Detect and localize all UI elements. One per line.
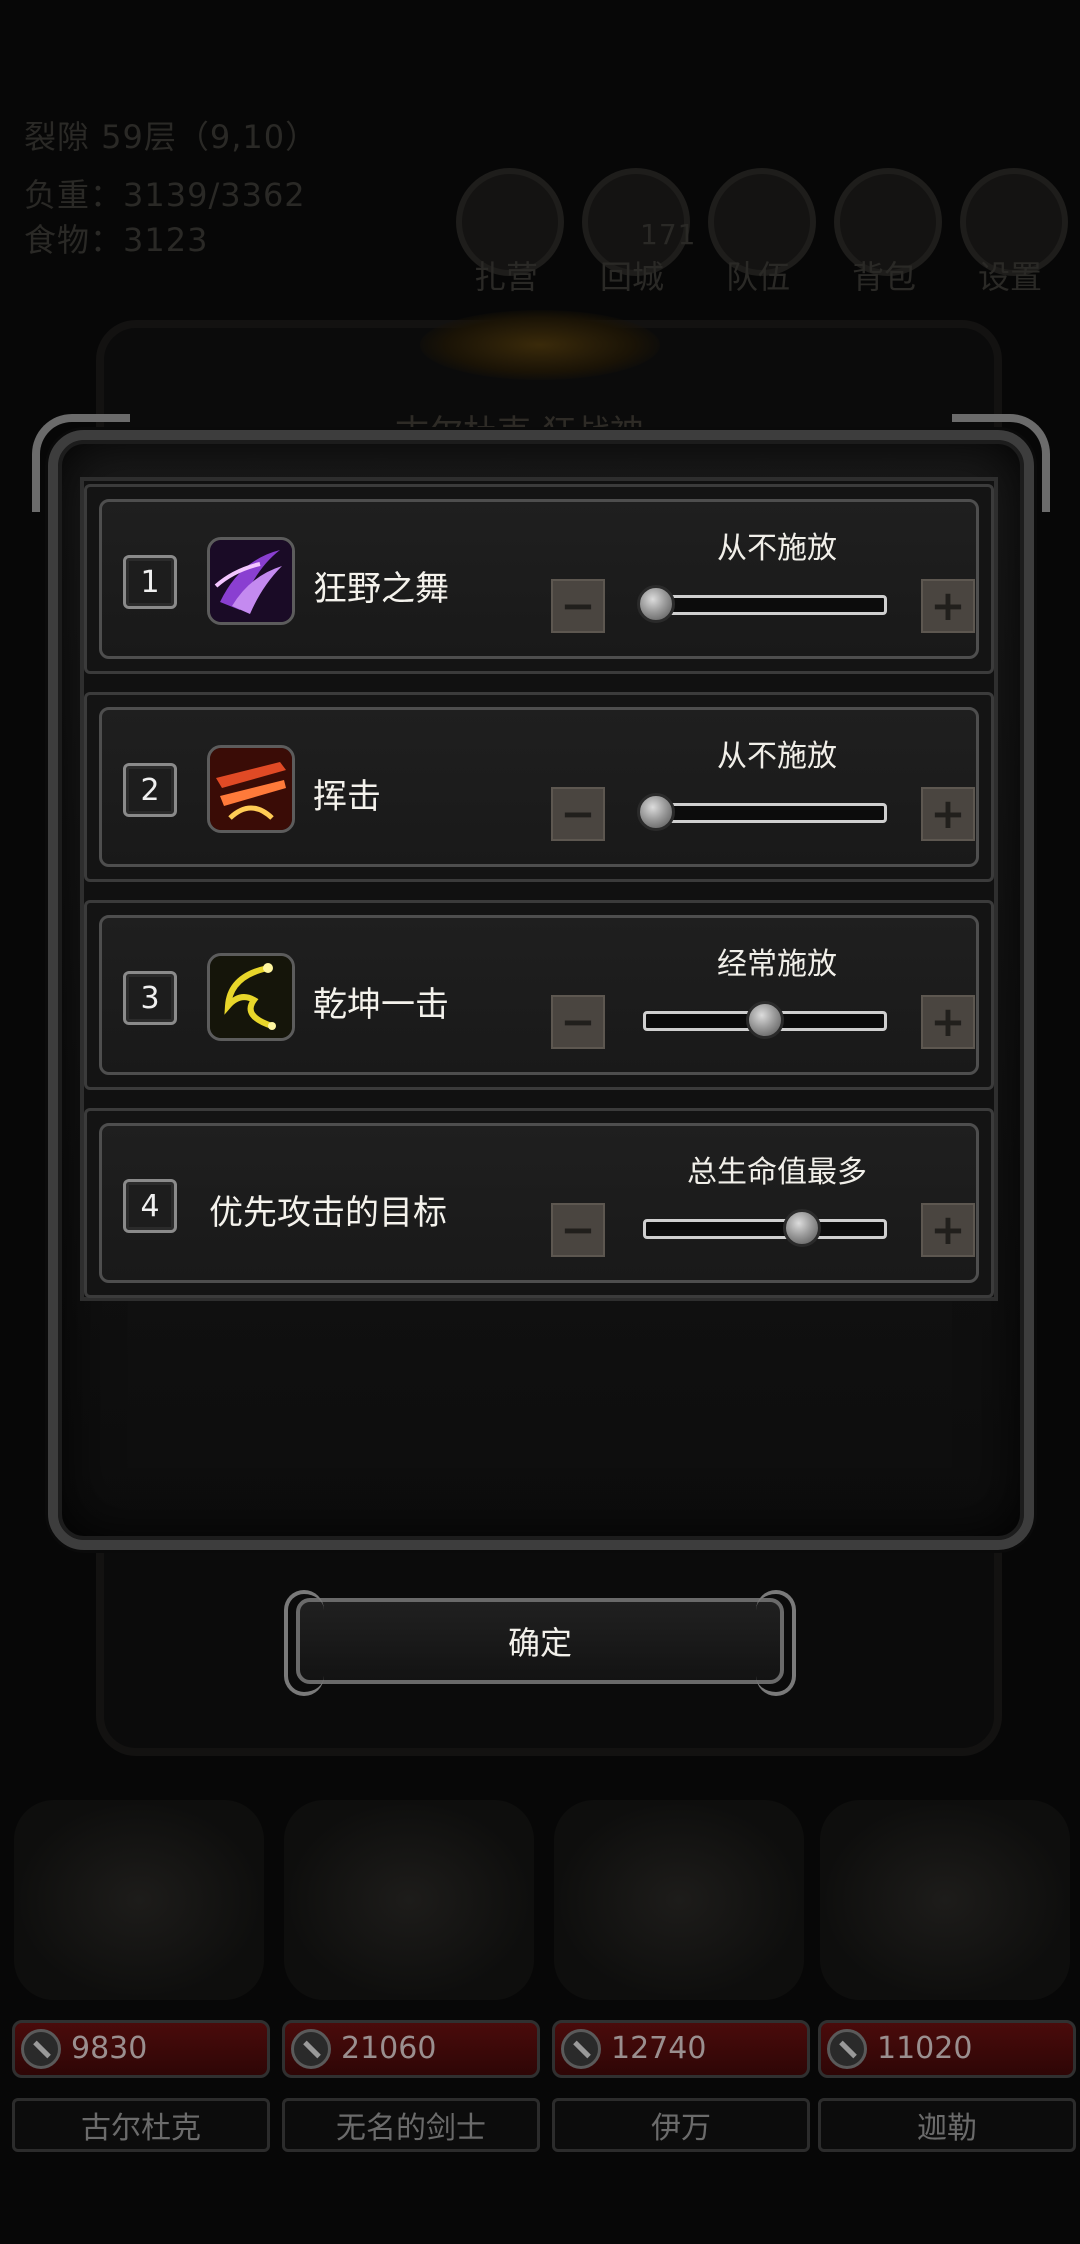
hp-bar: 12740 <box>552 2020 810 2078</box>
bg-count: 171 <box>640 218 697 251</box>
sword-icon <box>827 2029 867 2069</box>
skill-number-badge: 3 <box>123 971 177 1025</box>
skill-row-2: 2 挥击 从不施放 − + <box>84 692 994 882</box>
slider-knob[interactable] <box>637 585 675 623</box>
hero-card[interactable]: 21060 无名的剑士 <box>282 2020 540 2152</box>
hero-name: 迦勒 <box>818 2098 1076 2152</box>
cast-frequency-label: 经常施放 <box>717 947 837 982</box>
hero-name: 古尔杜克 <box>12 2098 270 2152</box>
emblem-icon <box>420 310 660 380</box>
skill-row-1: 1 狂野之舞 从不施放 − + <box>84 484 994 674</box>
cast-frequency-label: 从不施放 <box>717 531 837 566</box>
increase-button[interactable]: + <box>921 787 975 841</box>
hp-value: 9830 <box>71 2031 148 2066</box>
nav-settings: 设置 <box>977 258 1042 296</box>
slider-knob[interactable] <box>637 793 675 831</box>
cast-frequency-slider[interactable] <box>643 803 887 823</box>
skill-row-3: 3 乾坤一击 经常施放 − + <box>84 900 994 1090</box>
hp-bar: 9830 <box>12 2020 270 2078</box>
hero-portrait <box>820 1800 1070 2000</box>
target-priority-value: 总生命值最多 <box>687 1155 867 1190</box>
skill-name: 挥击 <box>313 777 381 817</box>
nav-team: 队伍 <box>725 258 790 296</box>
hero-portrait <box>284 1800 534 2000</box>
hero-card[interactable]: 9830 古尔杜克 <box>12 2020 270 2152</box>
skill-name: 乾坤一击 <box>313 985 449 1025</box>
hero-card[interactable]: 11020 迦勒 <box>818 2020 1076 2152</box>
nav-bag: 背包 <box>851 258 916 296</box>
increase-button[interactable]: + <box>921 995 975 1049</box>
hp-value: 21060 <box>341 2031 437 2066</box>
hero-portrait <box>14 1800 264 2000</box>
hero-name: 伊万 <box>552 2098 810 2152</box>
target-priority-slider[interactable] <box>643 1219 887 1239</box>
sword-icon <box>561 2029 601 2069</box>
hero-portrait <box>554 1800 804 2000</box>
nav-camp: 扎营 <box>473 258 538 296</box>
weight-label: 负重：3139/3362 <box>24 176 306 214</box>
swing-strike-icon <box>207 745 295 833</box>
wild-dance-icon <box>207 537 295 625</box>
hp-value: 12740 <box>611 2031 707 2066</box>
decrease-button[interactable]: − <box>551 995 605 1049</box>
increase-button[interactable]: + <box>921 579 975 633</box>
slider-knob[interactable] <box>746 1001 784 1039</box>
nav-town: 回城 <box>599 258 664 296</box>
decrease-button[interactable]: − <box>551 1203 605 1257</box>
decrease-button[interactable]: − <box>551 579 605 633</box>
row-number-badge: 4 <box>123 1179 177 1233</box>
hero-card[interactable]: 12740 伊万 <box>552 2020 810 2152</box>
target-priority-label: 优先攻击的目标 <box>209 1193 447 1233</box>
confirm-button[interactable]: 确定 <box>284 1590 796 1696</box>
heaven-earth-strike-icon <box>207 953 295 1041</box>
increase-button[interactable]: + <box>921 1203 975 1257</box>
hp-bar: 21060 <box>282 2020 540 2078</box>
decrease-button[interactable]: − <box>551 787 605 841</box>
hp-bar: 11020 <box>818 2020 1076 2078</box>
cast-frequency-label: 从不施放 <box>717 739 837 774</box>
skill-number-badge: 1 <box>123 555 177 609</box>
skill-name: 狂野之舞 <box>313 569 449 609</box>
hp-value: 11020 <box>877 2031 973 2066</box>
cast-frequency-slider[interactable] <box>643 595 887 615</box>
food-label: 食物：3123 <box>24 221 209 259</box>
hero-name: 无名的剑士 <box>282 2098 540 2152</box>
sword-icon <box>291 2029 331 2069</box>
skill-number-badge: 2 <box>123 763 177 817</box>
floor-label: 裂隙 59层（9,10） <box>24 118 319 156</box>
slider-knob[interactable] <box>783 1209 822 1247</box>
target-priority-row: 4 优先攻击的目标 总生命值最多 − + <box>84 1108 994 1298</box>
sword-icon <box>21 2029 61 2069</box>
